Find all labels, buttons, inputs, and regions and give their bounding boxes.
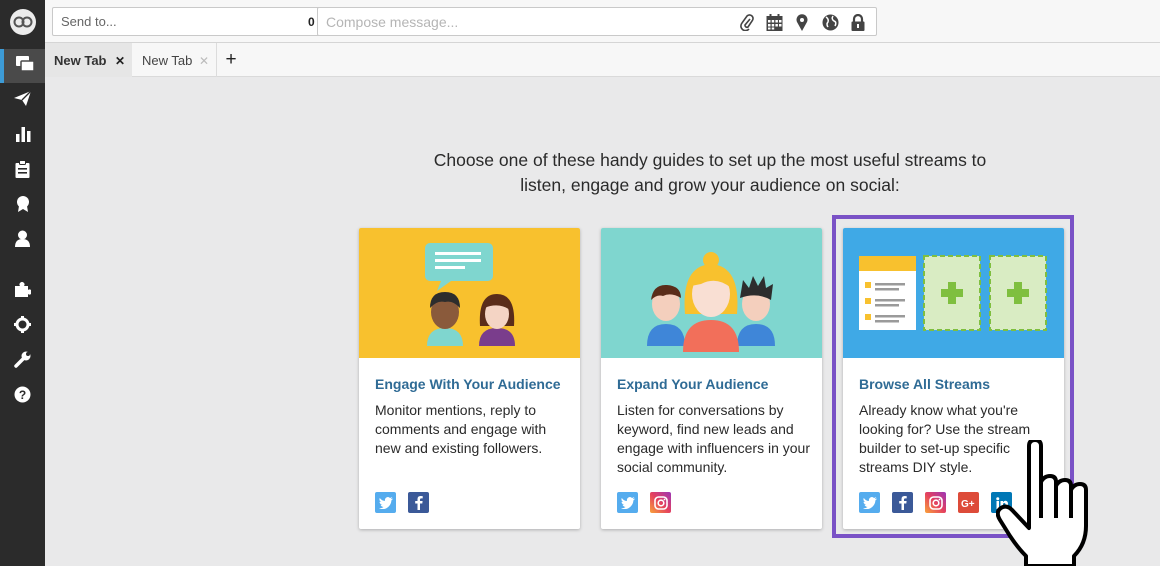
facebook-icon <box>408 492 429 513</box>
sidebar-item-tools[interactable] <box>0 345 45 379</box>
tab-label: New Tab <box>54 52 107 68</box>
tab-label: New Tab <box>142 52 193 68</box>
sidebar-item-analytics[interactable] <box>0 119 45 153</box>
sidebar-item-help[interactable]: ? <box>0 380 45 414</box>
card-title[interactable]: Engage With Your Audience <box>375 376 561 392</box>
sidebar-item-contests[interactable] <box>0 189 45 223</box>
settings-icon <box>14 316 31 338</box>
sidebar-item-contacts[interactable] <box>0 224 45 258</box>
apps-icon <box>14 281 32 303</box>
tab-bar: New Tab ✕ New Tab ✕ + <box>45 43 1160 77</box>
contacts-icon <box>15 230 30 252</box>
engage-illustration <box>359 228 580 358</box>
sidebar-item-publisher[interactable] <box>0 84 45 118</box>
tab-new-tab-2[interactable]: New Tab ✕ <box>132 43 217 77</box>
compose-field[interactable] <box>317 7 877 36</box>
analytics-icon <box>15 126 31 147</box>
globe-icon[interactable] <box>821 13 839 31</box>
tab-new-tab-1[interactable]: New Tab ✕ <box>45 43 132 77</box>
svg-text:?: ? <box>19 388 26 402</box>
card-title[interactable]: Expand Your Audience <box>617 376 768 392</box>
send-to-input[interactable] <box>53 8 331 35</box>
send-to-count: 0 <box>308 15 315 29</box>
help-icon: ? <box>14 386 31 408</box>
network-icons <box>617 492 683 513</box>
engage-audience-card[interactable]: Engage With Your Audience Monitor mentio… <box>359 228 580 529</box>
tools-icon <box>14 351 31 373</box>
location-pin-icon[interactable] <box>793 13 811 31</box>
intro-line-2: listen, engage and grow your audience on… <box>520 174 900 195</box>
sidebar-item-settings[interactable] <box>0 310 45 344</box>
card-description: Monitor mentions, reply to comments and … <box>375 402 547 456</box>
expand-illustration <box>601 228 822 358</box>
add-tab-button[interactable]: + <box>217 43 245 77</box>
card-description: Listen for conversations by keyword, fin… <box>617 402 811 475</box>
intro-line-1: Choose one of these handy guides to set … <box>433 150 987 170</box>
attachment-icon[interactable] <box>738 13 756 31</box>
compose-input[interactable] <box>318 8 718 35</box>
instagram-icon <box>650 492 671 513</box>
publisher-icon <box>13 90 32 112</box>
send-to-field[interactable]: 0 <box>52 7 358 36</box>
close-icon[interactable]: ✕ <box>199 54 209 68</box>
twitter-icon <box>375 492 396 513</box>
composer-bar: 0 <box>45 0 1160 43</box>
lock-icon[interactable] <box>849 13 867 31</box>
assignments-icon <box>15 159 30 183</box>
guides-intro: Choose one of these handy guides to set … <box>360 148 1060 197</box>
sidebar: ? <box>0 0 45 566</box>
streams-icon <box>15 55 35 78</box>
hand-pointer-cursor-icon <box>996 440 1088 566</box>
expand-audience-card[interactable]: Expand Your Audience Listen for conversa… <box>601 228 822 529</box>
sidebar-item-assignments[interactable] <box>0 154 45 188</box>
contests-icon <box>15 195 31 218</box>
sidebar-item-apps[interactable] <box>0 275 45 309</box>
close-icon[interactable]: ✕ <box>115 54 125 68</box>
network-icons <box>375 492 441 513</box>
sidebar-item-streams[interactable] <box>0 49 45 83</box>
twitter-icon <box>617 492 638 513</box>
calendar-icon[interactable] <box>765 13 783 31</box>
hootsuite-logo-icon[interactable] <box>10 9 36 35</box>
